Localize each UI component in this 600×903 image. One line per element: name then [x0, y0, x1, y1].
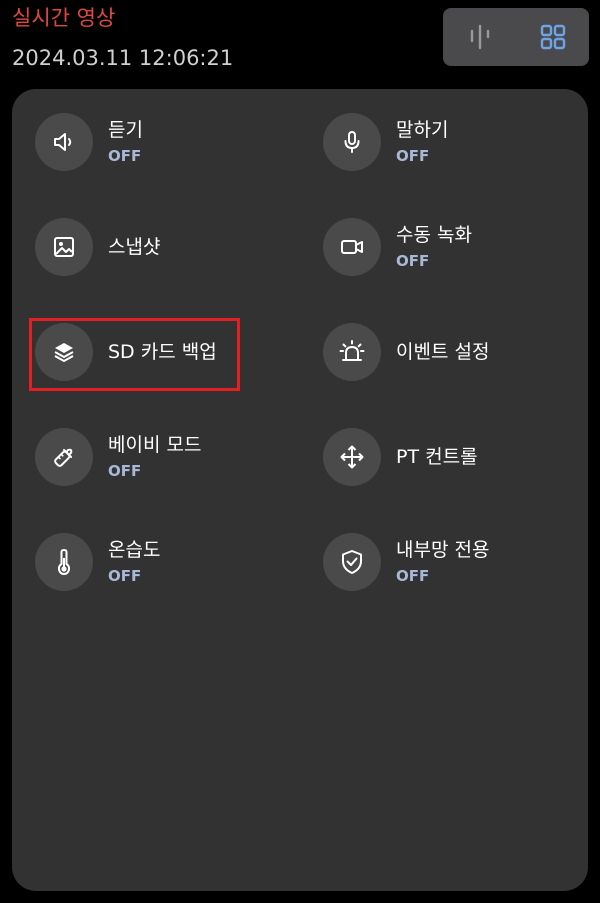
talk-state: OFF: [396, 147, 430, 165]
talk-label: 말하기: [396, 119, 449, 141]
microphone-icon: [344, 131, 360, 153]
internal-network-state: OFF: [396, 567, 430, 585]
page-title: 실시간 영상: [12, 6, 116, 30]
baby-mode-state: OFF: [108, 462, 142, 480]
layers-icon: [54, 343, 74, 362]
listen-state: OFF: [108, 147, 142, 165]
baby-mode-tile[interactable]: 베이비 모드 OFF: [12, 421, 262, 493]
talk-tile[interactable]: 말하기 OFF: [300, 106, 550, 178]
thermometer-icon: [57, 549, 71, 575]
manual-record-label: 수동 녹화: [396, 224, 472, 246]
audio-view-button[interactable]: [443, 8, 516, 66]
grid-icon: [540, 24, 565, 50]
internal-network-label: 내부망 전용: [396, 539, 490, 561]
audio-bars-icon: [470, 24, 489, 50]
grid-view-button[interactable]: [516, 8, 589, 66]
temp-humidity-state: OFF: [108, 567, 142, 585]
snapshot-label: 스냅샷: [108, 236, 161, 258]
internal-network-tile[interactable]: 내부망 전용 OFF: [300, 526, 550, 598]
pt-control-label: PT 컨트롤: [396, 446, 478, 468]
event-settings-label: 이벤트 설정: [396, 341, 490, 363]
listen-label: 듣기: [108, 119, 143, 141]
baby-mode-label: 베이비 모드: [108, 434, 202, 456]
sd-card-backup-tile[interactable]: SD 카드 백업: [12, 316, 262, 388]
view-mode-toggle: [443, 8, 589, 66]
alarm-light-icon: [339, 340, 365, 361]
baby-bottle-icon: [54, 448, 73, 467]
speaker-icon: [54, 133, 72, 151]
move-arrows-icon: [340, 445, 364, 469]
temp-humidity-tile[interactable]: 온습도 OFF: [12, 526, 262, 598]
datetime-label: 2024.03.11 12:06:21: [12, 46, 234, 70]
temp-humidity-label: 온습도: [108, 539, 161, 561]
video-camera-icon: [341, 240, 363, 254]
manual-record-tile[interactable]: 수동 녹화 OFF: [300, 211, 550, 283]
manual-record-state: OFF: [396, 252, 430, 270]
shield-check-icon: [342, 550, 362, 574]
snapshot-tile[interactable]: 스냅샷: [12, 211, 262, 283]
listen-tile[interactable]: 듣기 OFF: [12, 106, 262, 178]
sd-card-backup-label: SD 카드 백업: [108, 341, 217, 363]
image-icon: [54, 237, 74, 257]
event-settings-tile[interactable]: 이벤트 설정: [300, 316, 550, 388]
pt-control-tile[interactable]: PT 컨트롤: [300, 421, 550, 493]
